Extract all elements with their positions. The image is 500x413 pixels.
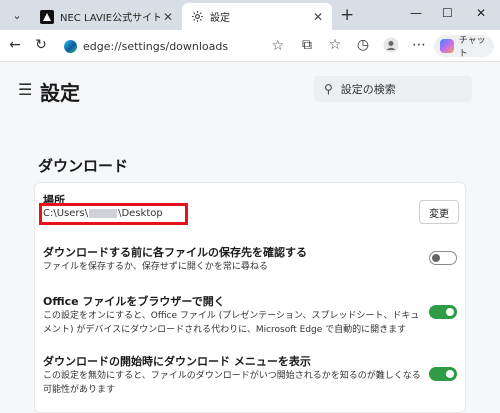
favorite-star-icon[interactable]: ☆ [271,38,284,54]
downloads-settings-card: 場所 C:\Users\ \Desktop 変更 ダウンロードする前に各ファイルの… [34,182,466,413]
setting-title: ダウンロードする前に各ファイルの保存先を確認する [43,246,307,259]
back-arrow-icon[interactable]: ← [6,37,24,53]
path-highlight-box [39,203,188,225]
address-toolbar: ← ↻ edge://settings/downloads ☆ ⧉ ☆ ◷ ⋯ … [0,30,500,62]
setting-description: この設定をオンにすると、Office ファイル (プレゼンテーション、スプレッド… [43,311,420,335]
refresh-icon[interactable]: ↻ [32,37,50,53]
search-label: 設定の検索 [340,83,396,96]
maximize-icon[interactable]: ☐ [442,6,453,20]
ask-save-location-toggle[interactable] [429,251,457,265]
close-tab-icon[interactable]: ✕ [160,10,176,24]
history-icon[interactable]: ◷ [354,37,372,53]
setting-description: この設定を無効にすると、ファイルのダウンロードがいつ開始されるかを知るのが難しく… [43,371,421,395]
setting-title: ダウンロードの開始時にダウンロード メニューを表示 [43,355,311,368]
nec-page-icon [40,9,54,24]
setting-description: ファイルを保存するか、保存せずに開くかを常に尋ねる [43,262,268,272]
change-location-button[interactable]: 変更 [419,200,459,224]
section-title: ダウンロード [38,157,129,175]
gear-icon [190,10,204,24]
new-tab-plus-icon[interactable]: + [340,5,354,25]
menu-hamburger-icon[interactable]: ☰ [18,80,32,99]
tab-title: NEC LAVIE公式サイト > サ⋯ [60,13,160,24]
minimize-icon[interactable]: — [410,6,422,20]
tab-strip: ⌄ NEC LAVIE公式サイト > サ⋯ ✕ 設定 ✕ + — ☐ ✕ [0,0,500,30]
settings-search-input[interactable]: ⚲ 設定の検索 [314,76,472,102]
chat-label: チャット [458,36,486,59]
toggle-knob [446,308,454,316]
search-icon: ⚲ [324,82,333,96]
tab-nec-lavie[interactable]: NEC LAVIE公式サイト > サ⋯ ✕ [32,3,182,30]
address-url: edge://settings/downloads [83,39,229,53]
extensions-puzzle-icon[interactable]: ⧉ [298,37,316,53]
profile-avatar-icon[interactable] [382,37,400,57]
setting-title: Office ファイルをブラウザーで開く [43,295,225,308]
address-bar[interactable]: edge://settings/downloads ☆ [58,34,290,58]
show-downloads-menu-toggle[interactable] [429,367,457,381]
tab-title: 設定 [210,13,230,24]
copilot-chat-button[interactable]: チャット [434,35,494,59]
copilot-icon [440,39,454,53]
close-window-icon[interactable]: ✕ [476,6,486,20]
settings-header: ☰ 設定 ⚲ 設定の検索 [0,62,500,116]
more-options-icon[interactable]: ⋯ [410,37,428,53]
favorites-icon[interactable]: ☆ [326,37,344,53]
close-tab-icon[interactable]: ✕ [310,10,326,24]
toggle-knob [432,254,440,262]
page-title: 設定 [40,81,80,105]
office-files-toggle[interactable] [429,305,457,319]
tab-settings[interactable]: 設定 ✕ [182,3,332,30]
tab-actions-chevron-icon[interactable]: ⌄ [6,4,28,26]
toggle-knob [446,370,454,378]
settings-page: ☰ 設定 ⚲ 設定の検索 ダウンロード 場所 C:\Users\ \Desktop… [0,62,500,413]
edge-logo-icon [64,39,77,53]
